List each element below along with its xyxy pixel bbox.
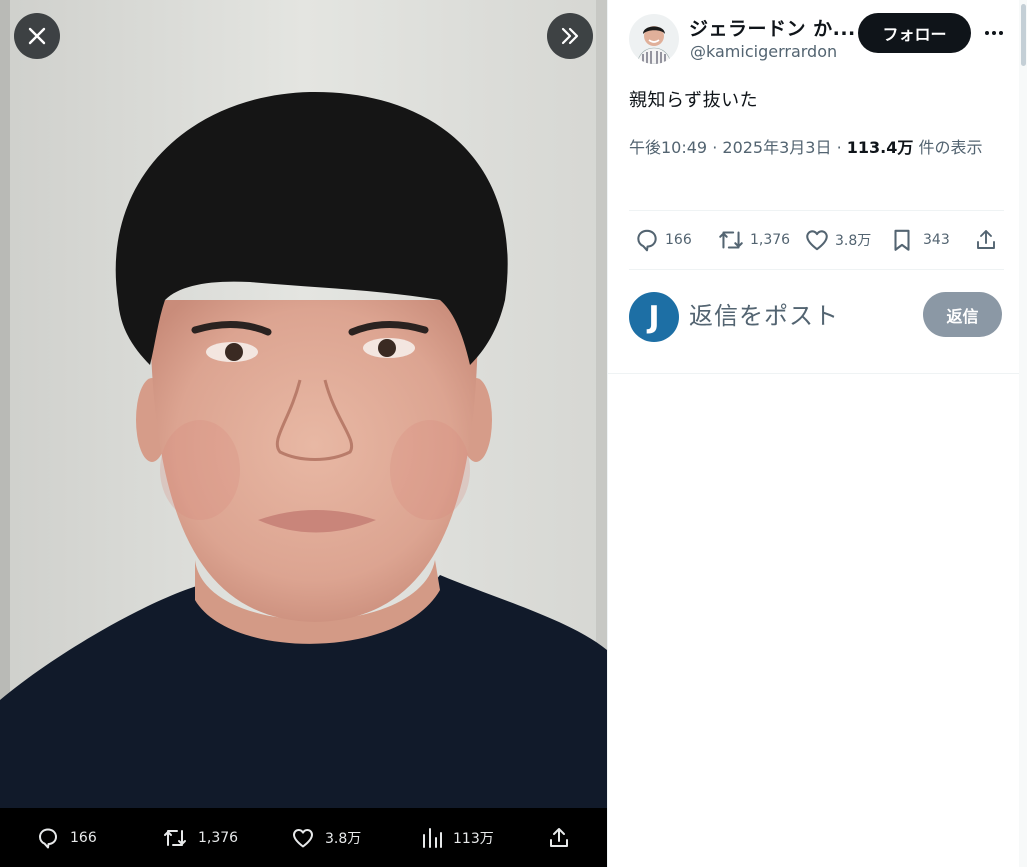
tweet-metadata: 午後10:49 · 2025年3月3日 · 113.4万 件の表示	[629, 134, 999, 161]
reply-count: 166	[665, 232, 692, 248]
more-options-button[interactable]	[981, 20, 1007, 46]
scrollbar-track[interactable]	[1019, 0, 1027, 867]
media-viewer: 166 1,376 3.8万 113万	[0, 0, 607, 867]
meta-separator: ·	[831, 138, 847, 157]
views-label: 件の表示	[913, 138, 983, 157]
views-bar-chart-icon	[423, 827, 442, 848]
repost-button[interactable]: 1,376	[717, 211, 790, 269]
media-share-button[interactable]	[547, 808, 571, 867]
scrollbar-thumb[interactable]	[1021, 4, 1026, 66]
bookmark-icon	[894, 229, 910, 251]
reply-icon	[39, 828, 57, 848]
like-button[interactable]: 3.8万	[804, 211, 871, 269]
more-dots-icon	[985, 31, 1003, 35]
reply-compose-input[interactable]	[689, 296, 909, 336]
reply-icon	[637, 229, 657, 252]
media-repost-button[interactable]: 1,376	[162, 808, 238, 867]
heart-icon	[293, 828, 313, 847]
like-count: 3.8万	[835, 233, 872, 249]
repost-icon	[719, 231, 743, 249]
close-x-icon	[28, 27, 46, 45]
share-upload-icon	[977, 230, 995, 249]
author-avatar[interactable]	[629, 14, 679, 64]
media-repost-count: 1,376	[198, 829, 239, 846]
views-count: 113.4万	[846, 138, 914, 157]
tweet-photo[interactable]	[0, 0, 607, 808]
bookmark-count: 343	[923, 232, 950, 248]
author-display-name[interactable]: ジェラードン か...	[689, 14, 857, 41]
reply-submit-button[interactable]: 返信	[923, 292, 1002, 337]
tweet-text: 親知らず抜いた	[629, 90, 759, 111]
double-chevron-right-icon	[561, 27, 579, 45]
share-button[interactable]	[974, 211, 998, 269]
divider	[607, 373, 1027, 374]
close-media-button[interactable]	[14, 13, 60, 59]
expand-panel-button[interactable]	[547, 13, 593, 59]
current-user-avatar: J	[629, 292, 679, 342]
author-handle[interactable]: @kamicigerrardon	[690, 42, 837, 61]
tweet-time-link[interactable]: 午後10:49	[629, 138, 707, 157]
media-views-count: 113万	[453, 830, 494, 847]
tweet-detail-panel: ジェラードン か... @kamicigerrardon フォロー 親知らず抜い…	[607, 0, 1027, 867]
media-reply-button[interactable]: 166	[36, 808, 97, 867]
tweet-date-link[interactable]: 2025年3月3日	[722, 138, 831, 157]
panel-divider	[607, 0, 608, 867]
follow-button[interactable]: フォロー	[858, 13, 971, 53]
media-reply-count: 166	[70, 829, 97, 846]
divider	[629, 269, 1004, 270]
meta-separator: ·	[707, 138, 723, 157]
author-avatar-image	[629, 14, 679, 64]
share-upload-icon	[550, 827, 568, 847]
repost-count: 1,376	[750, 232, 791, 248]
heart-icon	[806, 230, 828, 251]
reply-button[interactable]: 166	[634, 211, 692, 269]
bookmark-button[interactable]: 343	[889, 211, 950, 269]
media-like-button[interactable]: 3.8万	[291, 808, 361, 867]
repost-icon	[164, 829, 186, 846]
tweet-action-bar: 166 1,376 3.8万 343	[629, 211, 1004, 269]
media-action-bar: 166 1,376 3.8万 113万	[0, 808, 607, 867]
media-like-count: 3.8万	[325, 830, 362, 847]
media-views-button[interactable]: 113万	[421, 808, 494, 867]
